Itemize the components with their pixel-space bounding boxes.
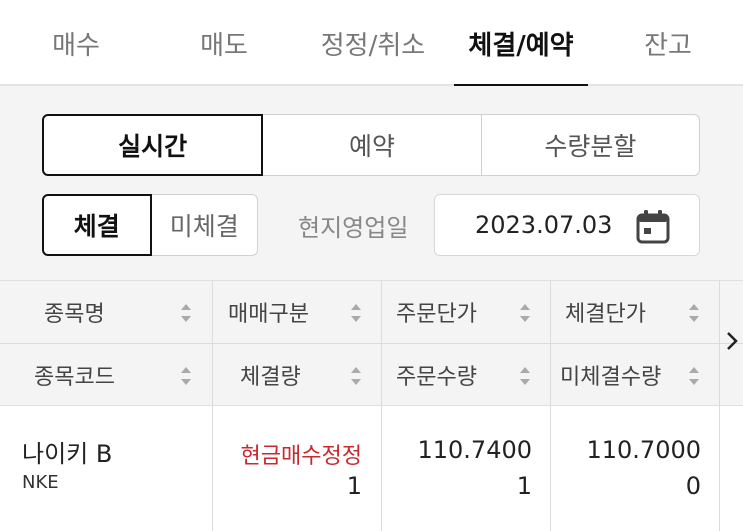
divider — [719, 406, 720, 531]
header-order-price[interactable]: 주문단가 — [396, 281, 477, 343]
divider — [381, 281, 382, 407]
tab-sell[interactable]: 매도 — [176, 0, 272, 86]
date-picker[interactable]: 2023.07.03 — [434, 194, 700, 256]
top-tab-bar: 매수 매도 정정/취소 체결/예약 잔고 — [0, 0, 743, 88]
header-order-price-label: 주문단가 — [396, 302, 477, 327]
mode-realtime-button[interactable]: 실시간 — [42, 114, 264, 176]
tab-balance[interactable]: 잔고 — [620, 0, 716, 86]
header-fill-price[interactable]: 체결단가 — [565, 281, 646, 343]
mode-reservation-button[interactable]: 예약 — [262, 114, 482, 176]
header-fill-price-label: 체결단가 — [565, 302, 646, 327]
tab-buy[interactable]: 매수 — [28, 0, 124, 86]
status-unfilled-label: 미체결 — [169, 212, 239, 241]
filled-qty: 1 — [346, 472, 362, 500]
sort-icon[interactable] — [519, 366, 531, 386]
divider — [550, 406, 551, 531]
tab-buy-label: 매수 — [52, 30, 100, 61]
status-segment: 체결 미체결 — [42, 194, 258, 256]
divider — [381, 406, 382, 531]
header-filled-qty-label: 체결량 — [240, 365, 301, 390]
stock-name: 나이키 B — [22, 440, 113, 468]
status-unfilled-button[interactable]: 미체결 — [150, 194, 258, 256]
fill-price: 110.7000 — [586, 436, 701, 464]
header-stock-name[interactable]: 종목명 — [44, 281, 105, 343]
divider — [212, 281, 213, 407]
unfilled-qty: 0 — [685, 472, 701, 500]
divider — [719, 281, 720, 407]
header-stock-code[interactable]: 종목코드 — [34, 344, 115, 406]
header-trade-type-label: 매매구분 — [228, 302, 309, 327]
mode-segment: 실시간 예약 수량분할 — [42, 114, 700, 176]
divider — [0, 343, 743, 344]
tab-fill-reservation[interactable]: 체결/예약 — [454, 0, 588, 88]
date-value: 2023.07.03 — [475, 211, 613, 239]
header-unfilled-qty-label: 미체결수량 — [560, 365, 662, 390]
sort-icon[interactable] — [519, 303, 531, 323]
divider — [212, 406, 213, 531]
status-filled-label: 체결 — [73, 212, 120, 241]
table-row[interactable]: 나이키 B NKE 현금매수정정 1 110.7400 1 110.7000 0 — [0, 406, 743, 531]
header-stock-name-label: 종목명 — [44, 302, 105, 327]
tab-fill-reservation-label: 체결/예약 — [468, 30, 574, 61]
tab-modify-cancel-label: 정정/취소 — [320, 30, 426, 61]
table-header: 종목명 매매구분 주문단가 체결단가 종목코드 체결량 주문수량 미체결수량 — [0, 280, 743, 407]
order-qty: 1 — [516, 472, 532, 500]
mode-split-qty-label: 수량분할 — [544, 132, 637, 161]
header-stock-code-label: 종목코드 — [34, 365, 115, 390]
status-filled-button[interactable]: 체결 — [42, 194, 152, 256]
header-order-qty[interactable]: 주문수량 — [396, 344, 477, 406]
sort-icon[interactable] — [350, 303, 362, 323]
sort-icon[interactable] — [180, 303, 192, 323]
tab-sell-label: 매도 — [200, 30, 248, 61]
date-filter-label: 현지영업일 — [298, 213, 409, 242]
chevron-right-icon[interactable] — [722, 330, 742, 352]
order-price: 110.7400 — [417, 436, 532, 464]
header-order-qty-label: 주문수량 — [396, 365, 477, 390]
sort-icon[interactable] — [688, 366, 700, 386]
mode-split-qty-button[interactable]: 수량분할 — [480, 114, 700, 176]
header-unfilled-qty[interactable]: 미체결수량 — [560, 344, 661, 406]
sort-icon[interactable] — [180, 366, 192, 386]
sort-icon[interactable] — [688, 303, 700, 323]
stock-code: NKE — [22, 472, 59, 493]
tab-modify-cancel[interactable]: 정정/취소 — [300, 0, 446, 86]
divider — [550, 281, 551, 407]
header-filled-qty[interactable]: 체결량 — [240, 344, 301, 406]
mode-realtime-label: 실시간 — [118, 132, 188, 161]
filter-panel: 실시간 예약 수량분할 체결 미체결 현지영업일 2023.07.03 — [0, 86, 743, 280]
calendar-icon[interactable] — [635, 209, 671, 245]
header-trade-type[interactable]: 매매구분 — [228, 281, 309, 343]
trade-type: 현금매수정정 — [240, 444, 362, 469]
tab-balance-label: 잔고 — [644, 30, 692, 61]
mode-reservation-label: 예약 — [348, 132, 395, 161]
sort-icon[interactable] — [350, 366, 362, 386]
